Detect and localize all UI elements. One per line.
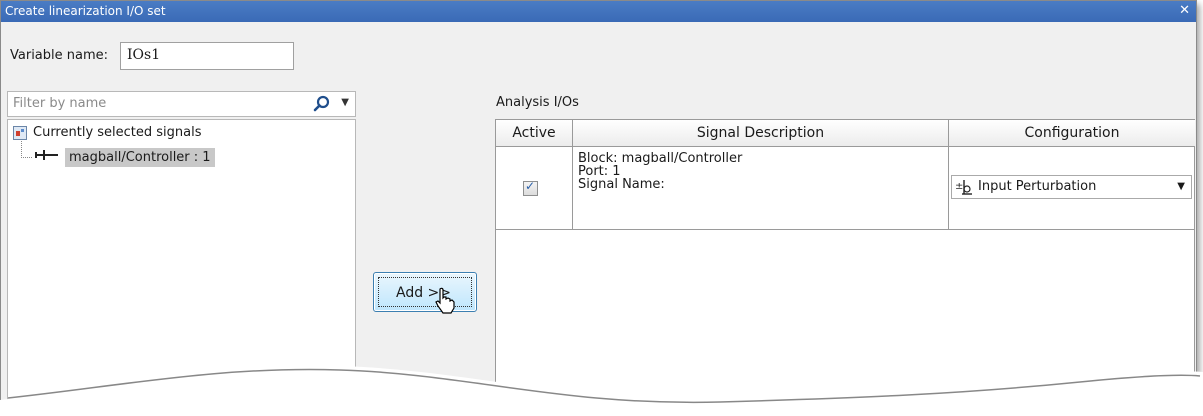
configuration-value: Input Perturbation [978,179,1097,194]
tree-item-selected-signal[interactable]: magball/Controller : 1 [65,148,215,167]
input-perturbation-icon: ± [955,180,972,195]
tree-root-label: Currently selected signals [33,125,202,140]
mouse-pointer-icon [435,287,455,314]
table-row-active-cell: ✓ [496,147,573,230]
filter-placeholder: Filter by name [13,96,107,111]
signal-name-text: Signal Name: [578,177,665,192]
signal-icon [35,150,58,160]
add-button[interactable]: Add >> [373,272,477,312]
analysis-ios-label: Analysis I/Os [496,95,579,110]
variable-name-label: Variable name: [10,48,109,63]
window-title: Create linearization I/O set [5,4,166,18]
model-icon [13,125,27,140]
tree-root-item[interactable]: Currently selected signals [13,125,202,140]
table-row-description-cell: Block: magball/Controller Port: 1 Signal… [573,147,949,230]
active-checkbox[interactable]: ✓ [523,179,538,196]
tree-connector [21,141,32,158]
title-bar: Create linearization I/O set ✕ [1,1,1196,22]
svg-text:±: ± [955,181,963,192]
table-row-configuration-cell: ± Input Perturbation ▼ [949,147,1195,230]
variable-name-input[interactable]: IOs1 [120,42,294,70]
column-header-active[interactable]: Active [496,120,573,147]
search-icon[interactable] [313,95,331,113]
column-header-configuration[interactable]: Configuration [949,120,1195,147]
configuration-dropdown[interactable]: ± Input Perturbation ▼ [951,175,1192,199]
close-icon[interactable]: ✕ [1179,1,1190,21]
chevron-down-icon[interactable]: ▼ [341,97,349,108]
column-header-signal-description[interactable]: Signal Description [573,120,949,147]
chevron-down-icon[interactable]: ▼ [1177,181,1185,192]
torn-edge [0,365,1203,416]
checkmark-icon: ✓ [525,179,536,193]
filter-input[interactable]: Filter by name ▼ [7,91,356,117]
signal-description: Block: magball/Controller Port: 1 Signal… [578,152,742,191]
